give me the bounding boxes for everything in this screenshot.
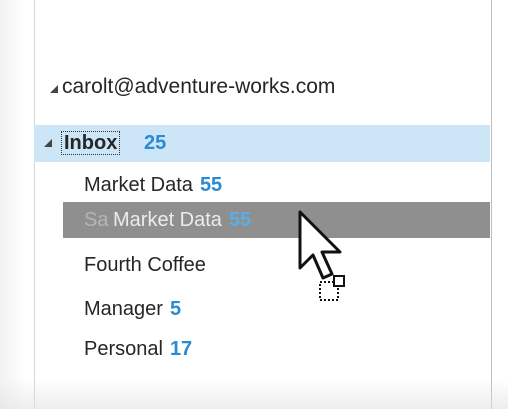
- unread-count: 5: [169, 298, 182, 320]
- account-email: carolt@adventure-works.com: [62, 75, 336, 98]
- folder-item-manager[interactable]: Manager 5: [84, 294, 181, 324]
- folder-label: Market Data: [84, 174, 193, 196]
- folder-label: Fourth Coffee: [84, 254, 206, 276]
- folder-item-personal[interactable]: Personal 17: [84, 334, 192, 364]
- dragged-folder-count: 55: [228, 209, 252, 231]
- folder-label: Manager: [84, 298, 163, 320]
- dragged-folder-label: Market Data: [113, 209, 222, 231]
- unread-count: 55: [199, 174, 223, 196]
- expand-arrow-icon[interactable]: [44, 139, 52, 147]
- folder-item-fourth-coffee[interactable]: Fourth Coffee: [84, 250, 206, 280]
- folder-item-market-data[interactable]: Market Data 55: [84, 170, 222, 200]
- expand-arrow-icon[interactable]: [50, 85, 58, 93]
- folder-label-sales-covered: Sa: [84, 209, 109, 231]
- unread-count: 17: [169, 338, 193, 360]
- folder-label: Personal: [84, 338, 163, 360]
- unread-count-inbox: 25: [144, 132, 167, 154]
- folder-label-inbox: Inbox: [61, 131, 121, 155]
- dragged-folder-ghost: Market Data 55: [113, 205, 251, 235]
- drag-cursor-icon: [298, 210, 345, 301]
- folder-item-inbox[interactable]: Inbox 25: [34, 125, 490, 162]
